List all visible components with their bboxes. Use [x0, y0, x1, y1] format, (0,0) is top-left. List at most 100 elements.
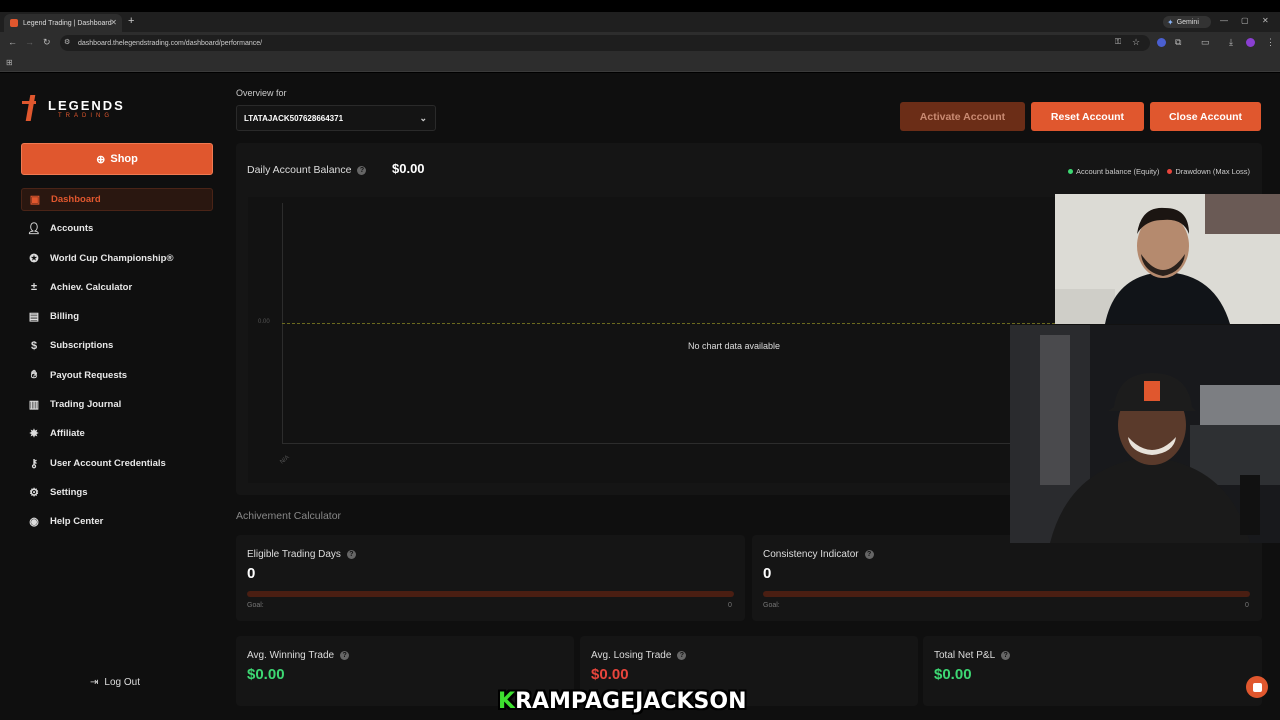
menu-kebab-icon[interactable]: ⋮	[1266, 37, 1275, 48]
net-pnl-label-row: Total Net P&L ?	[934, 650, 1011, 661]
url-field[interactable]: dashboard.thelegendstrading.com/dashboar…	[60, 35, 1150, 51]
consistency-goal-label: Goal:	[763, 602, 780, 609]
sidebar-item-label: World Cup Championship®	[50, 252, 174, 264]
logout-label: Log Out	[104, 677, 140, 688]
activate-account-button[interactable]: Activate Account	[900, 102, 1025, 131]
bookmarks-bar: ⊞	[0, 54, 1280, 72]
apps-grid-icon[interactable]: ⊞	[6, 58, 13, 67]
sidebar-item-label: Dashboard	[51, 194, 101, 205]
sidebar-item-dashboard[interactable]: ▣ Dashboard	[21, 188, 213, 211]
password-key-icon[interactable]: ⚿	[1115, 37, 1121, 47]
help-icon[interactable]: ?	[1001, 651, 1011, 660]
browser-tab[interactable]: Legend Trading | Dashboard ✕	[4, 14, 122, 32]
legend-drawdown-label: Drawdown (Max Loss)	[1175, 167, 1250, 176]
calculator-icon: ±	[30, 281, 38, 294]
eligible-days-label: Eligible Trading Days	[247, 549, 341, 560]
sidebar-item-accounts[interactable]: 👤︎ Accounts	[21, 217, 213, 240]
sidebar-item-credentials[interactable]: ⚷ User Account Credentials	[21, 452, 213, 475]
streamer-name-overlay: K RAMPAGEJACKSON	[494, 688, 751, 714]
sidebar-item-label: Settings	[50, 486, 88, 498]
sidebar-item-affiliate[interactable]: ✸ Affiliate	[21, 422, 213, 445]
legend-drawdown[interactable]: Drawdown (Max Loss)	[1167, 167, 1250, 176]
webcam-overlay-top	[1055, 194, 1280, 324]
sidebar-item-trading-journal[interactable]: ▥ Trading Journal	[21, 393, 213, 416]
reload-icon[interactable]: ↻	[43, 37, 51, 48]
account-id: LTATAJACK507628664371	[244, 113, 344, 123]
forward-icon[interactable]: →	[25, 37, 34, 47]
sidebar-item-label: Affiliate	[50, 428, 85, 440]
chevron-down-icon: ⌄	[419, 113, 427, 123]
brand-name: LEGENDS	[48, 97, 125, 113]
help-icon[interactable]: ?	[340, 651, 350, 660]
eligible-goal-value: 0	[728, 602, 732, 609]
sidebar-item-label: Subscriptions	[50, 340, 114, 352]
help-icon[interactable]: ?	[357, 165, 367, 175]
sidebar-item-calculator[interactable]: ± Achiev. Calculator	[21, 276, 213, 299]
brand-sub: TRADING	[58, 112, 113, 119]
sidebar-item-world-cup[interactable]: ✪ World Cup Championship®	[21, 247, 213, 270]
minimize-icon[interactable]: —	[1220, 16, 1228, 25]
consistency-label-row: Consistency Indicator ?	[763, 549, 874, 560]
key-user-icon: ⚷	[29, 457, 39, 470]
shop-button[interactable]: ⊕ Shop	[21, 143, 213, 175]
net-pnl-card: Total Net P&L ? $0.00	[923, 636, 1262, 706]
maximize-icon[interactable]: ▢	[1241, 16, 1249, 25]
person-silhouette-icon	[1055, 194, 1280, 324]
name-first-letter: K	[498, 688, 516, 714]
eligible-days-label-row: Eligible Trading Days ?	[247, 549, 356, 560]
extensions-puzzle-icon[interactable]: ⧉	[1175, 37, 1181, 48]
close-window-icon[interactable]: ✕	[1262, 16, 1269, 25]
sidebar-item-label: Achiev. Calculator	[50, 281, 133, 293]
balance-value: $0.00	[392, 161, 425, 176]
bookmark-star-icon[interactable]: ☆	[1132, 37, 1140, 48]
chat-support-button[interactable]	[1246, 676, 1268, 698]
sidebar-item-subscriptions[interactable]: $ Subscriptions	[21, 334, 213, 357]
logout-button[interactable]: ⇥ Log Out	[90, 677, 140, 688]
new-tab-icon[interactable]: +	[128, 15, 134, 27]
achievement-section-title: Achivement Calculator	[236, 510, 342, 522]
net-pnl-label: Total Net P&L	[934, 650, 996, 661]
eligible-goal-label: Goal:	[247, 602, 264, 609]
browser-tab-bar: Legend Trading | Dashboard ✕ + ✦ Gemini …	[0, 12, 1280, 32]
sidebar-item-settings[interactable]: ⚙ Settings	[21, 481, 213, 504]
avg-winning-value: $0.00	[247, 666, 285, 683]
consistency-card: Consistency Indicator ? 0 Goal: 0	[752, 535, 1262, 621]
back-icon[interactable]: ←	[8, 37, 17, 47]
gemini-button[interactable]: ✦ Gemini	[1163, 16, 1211, 28]
profile-avatar[interactable]	[1246, 38, 1255, 47]
extension-icon[interactable]	[1157, 38, 1166, 47]
favicon-icon	[10, 19, 18, 27]
close-account-button[interactable]: Close Account	[1150, 102, 1261, 131]
trophy-icon: ✪	[29, 252, 39, 265]
equity-dot-icon	[1068, 169, 1073, 174]
hand-money-icon: ✋︎	[30, 368, 38, 381]
badge-icon: ✸	[29, 428, 39, 441]
avg-winning-label: Avg. Winning Trade	[247, 650, 335, 661]
sidebar-item-payout-requests[interactable]: ✋︎ Payout Requests	[21, 364, 213, 387]
reset-account-button[interactable]: Reset Account	[1031, 102, 1144, 131]
help-icon: ◉	[29, 516, 39, 529]
help-icon[interactable]: ?	[346, 550, 356, 559]
gemini-icon: ✦	[1167, 17, 1174, 27]
chart-legend: Account balance (Equity) Drawdown (Max L…	[1068, 167, 1250, 176]
brand-logo[interactable]: LEGENDS TRADING	[22, 95, 125, 121]
tab-search-icon[interactable]: ▭	[1201, 37, 1210, 48]
sidebar-item-label: Trading Journal	[50, 399, 122, 411]
sidebar-item-help-center[interactable]: ◉ Help Center	[21, 510, 213, 533]
consistency-progress	[763, 591, 1250, 597]
net-pnl-value: $0.00	[934, 666, 972, 683]
help-icon[interactable]: ?	[677, 651, 687, 660]
url-text: dashboard.thelegendstrading.com/dashboar…	[78, 39, 263, 47]
legend-equity[interactable]: Account balance (Equity)	[1068, 167, 1159, 176]
account-select[interactable]: LTATAJACK507628664371 ⌄	[236, 105, 436, 131]
site-info-icon[interactable]: ⚙	[64, 38, 70, 46]
sidebar-item-label: Payout Requests	[50, 369, 128, 381]
avg-winning-label-row: Avg. Winning Trade ?	[247, 650, 350, 661]
close-tab-icon[interactable]: ✕	[110, 18, 117, 27]
dashboard-icon: ▣	[29, 194, 41, 206]
sidebar-item-label: Help Center	[50, 516, 104, 528]
avg-losing-label: Avg. Losing Trade	[591, 650, 672, 661]
help-icon[interactable]: ?	[864, 550, 874, 559]
download-icon[interactable]: ⤓	[1229, 37, 1233, 48]
sidebar-item-billing[interactable]: ▤ Billing	[21, 305, 213, 328]
